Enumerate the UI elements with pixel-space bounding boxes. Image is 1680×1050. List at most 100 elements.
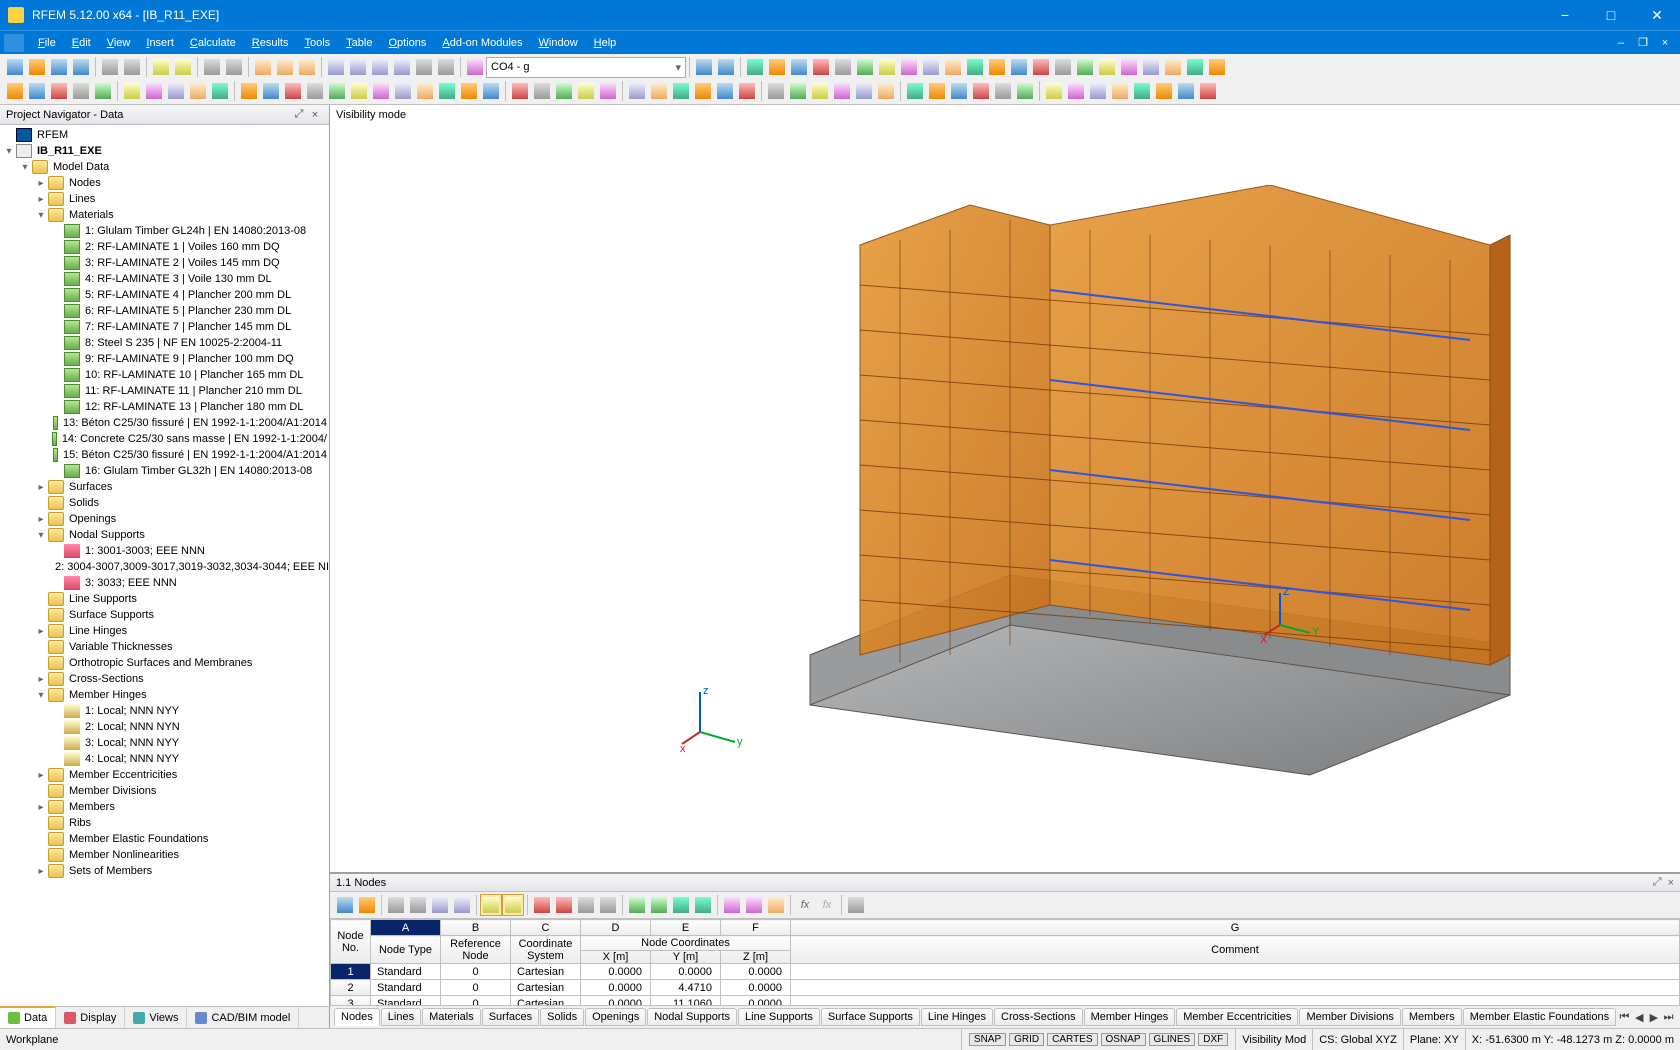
col-D[interactable]: D (581, 920, 651, 936)
tree-variable-thicknesses[interactable]: Variable Thicknesses (34, 639, 329, 655)
bottom-tab[interactable]: Member Hinges (1084, 1008, 1176, 1026)
bottom-tab[interactable]: Lines (381, 1008, 421, 1026)
table-row[interactable]: 1 Standard 0 Cartesian 0.0000 0.0000 0.0… (331, 964, 1680, 980)
ptb-icon[interactable] (845, 894, 867, 916)
tb2-icon[interactable] (714, 80, 736, 102)
bottom-tab[interactable]: Line Hinges (921, 1008, 993, 1026)
bottom-tab[interactable]: Surface Supports (821, 1008, 920, 1026)
tb-icon[interactable] (1052, 56, 1074, 78)
tree-material-item[interactable]: 1: Glulam Timber GL24h | EN 14080:2013-0… (50, 223, 329, 239)
menu-edit[interactable]: Edit (64, 34, 99, 52)
tree-material-item[interactable]: 12: RF-LAMINATE 13 | Plancher 180 mm DL (50, 399, 329, 415)
tabs-first-icon[interactable]: ⏮ (1617, 1011, 1632, 1024)
menu-window[interactable]: Window (531, 34, 586, 52)
bottom-tab[interactable]: Surfaces (482, 1008, 539, 1026)
tb2-icon[interactable] (1014, 80, 1036, 102)
tree-lines[interactable]: ▸Lines (34, 191, 329, 207)
tree-sets-of-members[interactable]: ▸Sets of Members (34, 863, 329, 879)
tb2-icon[interactable] (553, 80, 575, 102)
menu-insert[interactable]: Insert (138, 34, 182, 52)
tb2-icon[interactable] (143, 80, 165, 102)
tb-icon[interactable] (876, 56, 898, 78)
tb2-icon[interactable] (670, 80, 692, 102)
hdr-comment[interactable]: Comment (791, 936, 1680, 964)
tree-material-item[interactable]: 3: RF-LAMINATE 2 | Voiles 145 mm DQ (50, 255, 329, 271)
tb-editB[interactable] (296, 56, 318, 78)
tb-icon[interactable] (1118, 56, 1140, 78)
tb-copy[interactable] (201, 56, 223, 78)
tb-icon[interactable] (942, 56, 964, 78)
bottom-tab[interactable]: Openings (585, 1008, 646, 1026)
tb2-icon[interactable] (692, 80, 714, 102)
tb2-icon[interactable] (370, 80, 392, 102)
tb2-icon[interactable] (187, 80, 209, 102)
ptb-icon[interactable] (575, 894, 597, 916)
tb-editA[interactable] (274, 56, 296, 78)
tree-nodes[interactable]: ▸Nodes (34, 175, 329, 191)
tb-icon[interactable] (810, 56, 832, 78)
tree-materials[interactable]: ▾Materials (34, 207, 329, 223)
tb-redo[interactable] (172, 56, 194, 78)
menu-calculate[interactable]: Calculate (182, 34, 244, 52)
hdr-node-type[interactable]: Node Type (371, 936, 441, 964)
tb2-icon[interactable] (736, 80, 758, 102)
tb2-icon[interactable] (92, 80, 114, 102)
bottom-tab[interactable]: Solids (540, 1008, 584, 1026)
tb-gridC[interactable] (369, 56, 391, 78)
ptb-icon[interactable] (626, 894, 648, 916)
status-toggle[interactable]: GRID (1009, 1033, 1044, 1046)
tb-gridA[interactable] (325, 56, 347, 78)
tb2-icon[interactable] (4, 80, 26, 102)
tree-member-elastic-foundations[interactable]: Member Elastic Foundations (34, 831, 329, 847)
mdi-restore[interactable]: ❐ (1632, 36, 1654, 49)
tb2-icon[interactable] (1175, 80, 1197, 102)
tb-paste[interactable] (223, 56, 245, 78)
tree-surfaces[interactable]: ▸Surfaces (34, 479, 329, 495)
tb2-icon[interactable] (904, 80, 926, 102)
bottom-tab[interactable]: Cross-Sections (994, 1008, 1083, 1026)
tb-next-lc[interactable] (715, 56, 737, 78)
ptb-icon[interactable] (356, 894, 378, 916)
bottom-tab[interactable]: Member Divisions (1299, 1008, 1400, 1026)
tb2-icon[interactable] (1043, 80, 1065, 102)
tree-cross-sections[interactable]: ▸Cross-Sections (34, 671, 329, 687)
menu-table[interactable]: Table (338, 34, 380, 52)
tb2-icon[interactable] (626, 80, 648, 102)
ptb-icon[interactable] (743, 894, 765, 916)
panel-close-icon[interactable]: × (1668, 877, 1674, 889)
menu-help[interactable]: Help (586, 34, 625, 52)
bottom-tab[interactable]: Member Eccentricities (1176, 1008, 1298, 1026)
tb2-icon[interactable] (1131, 80, 1153, 102)
tb-icon[interactable] (854, 56, 876, 78)
col-G[interactable]: G (791, 920, 1680, 936)
nav-tab-cadbim[interactable]: CAD/BIM model (187, 1007, 299, 1028)
tree-line-supports[interactable]: Line Supports (34, 591, 329, 607)
tb2-icon[interactable] (926, 80, 948, 102)
col-A[interactable]: A (371, 920, 441, 936)
tree-orthotropic[interactable]: Orthotropic Surfaces and Membranes (34, 655, 329, 671)
tb2-icon[interactable] (970, 80, 992, 102)
tb2-icon[interactable] (648, 80, 670, 102)
tree-solids[interactable]: Solids (34, 495, 329, 511)
tabs-prev-icon[interactable]: ◀ (1632, 1011, 1647, 1024)
tree-members[interactable]: ▸Members (34, 799, 329, 815)
tb2-icon[interactable] (809, 80, 831, 102)
tb2-icon[interactable] (831, 80, 853, 102)
tb2-icon[interactable] (531, 80, 553, 102)
tb-select[interactable] (252, 56, 274, 78)
tb-icon[interactable] (986, 56, 1008, 78)
tb-icon[interactable] (920, 56, 942, 78)
tree-openings[interactable]: ▸Openings (34, 511, 329, 527)
tb-icon[interactable] (766, 56, 788, 78)
tb-icon[interactable] (1162, 56, 1184, 78)
tb2-icon[interactable] (48, 80, 70, 102)
tb2-icon[interactable] (414, 80, 436, 102)
panel-pin-icon[interactable]: ⤢ (1653, 876, 1662, 889)
tree-material-item[interactable]: 7: RF-LAMINATE 7 | Plancher 145 mm DL (50, 319, 329, 335)
tb2-icon[interactable] (787, 80, 809, 102)
tree-material-item[interactable]: 16: Glulam Timber GL32h | EN 14080:2013-… (50, 463, 329, 479)
tb2-icon[interactable] (260, 80, 282, 102)
col-F[interactable]: F (721, 920, 791, 936)
bottom-tab[interactable]: Line Supports (738, 1008, 820, 1026)
tb2-icon[interactable] (458, 80, 480, 102)
